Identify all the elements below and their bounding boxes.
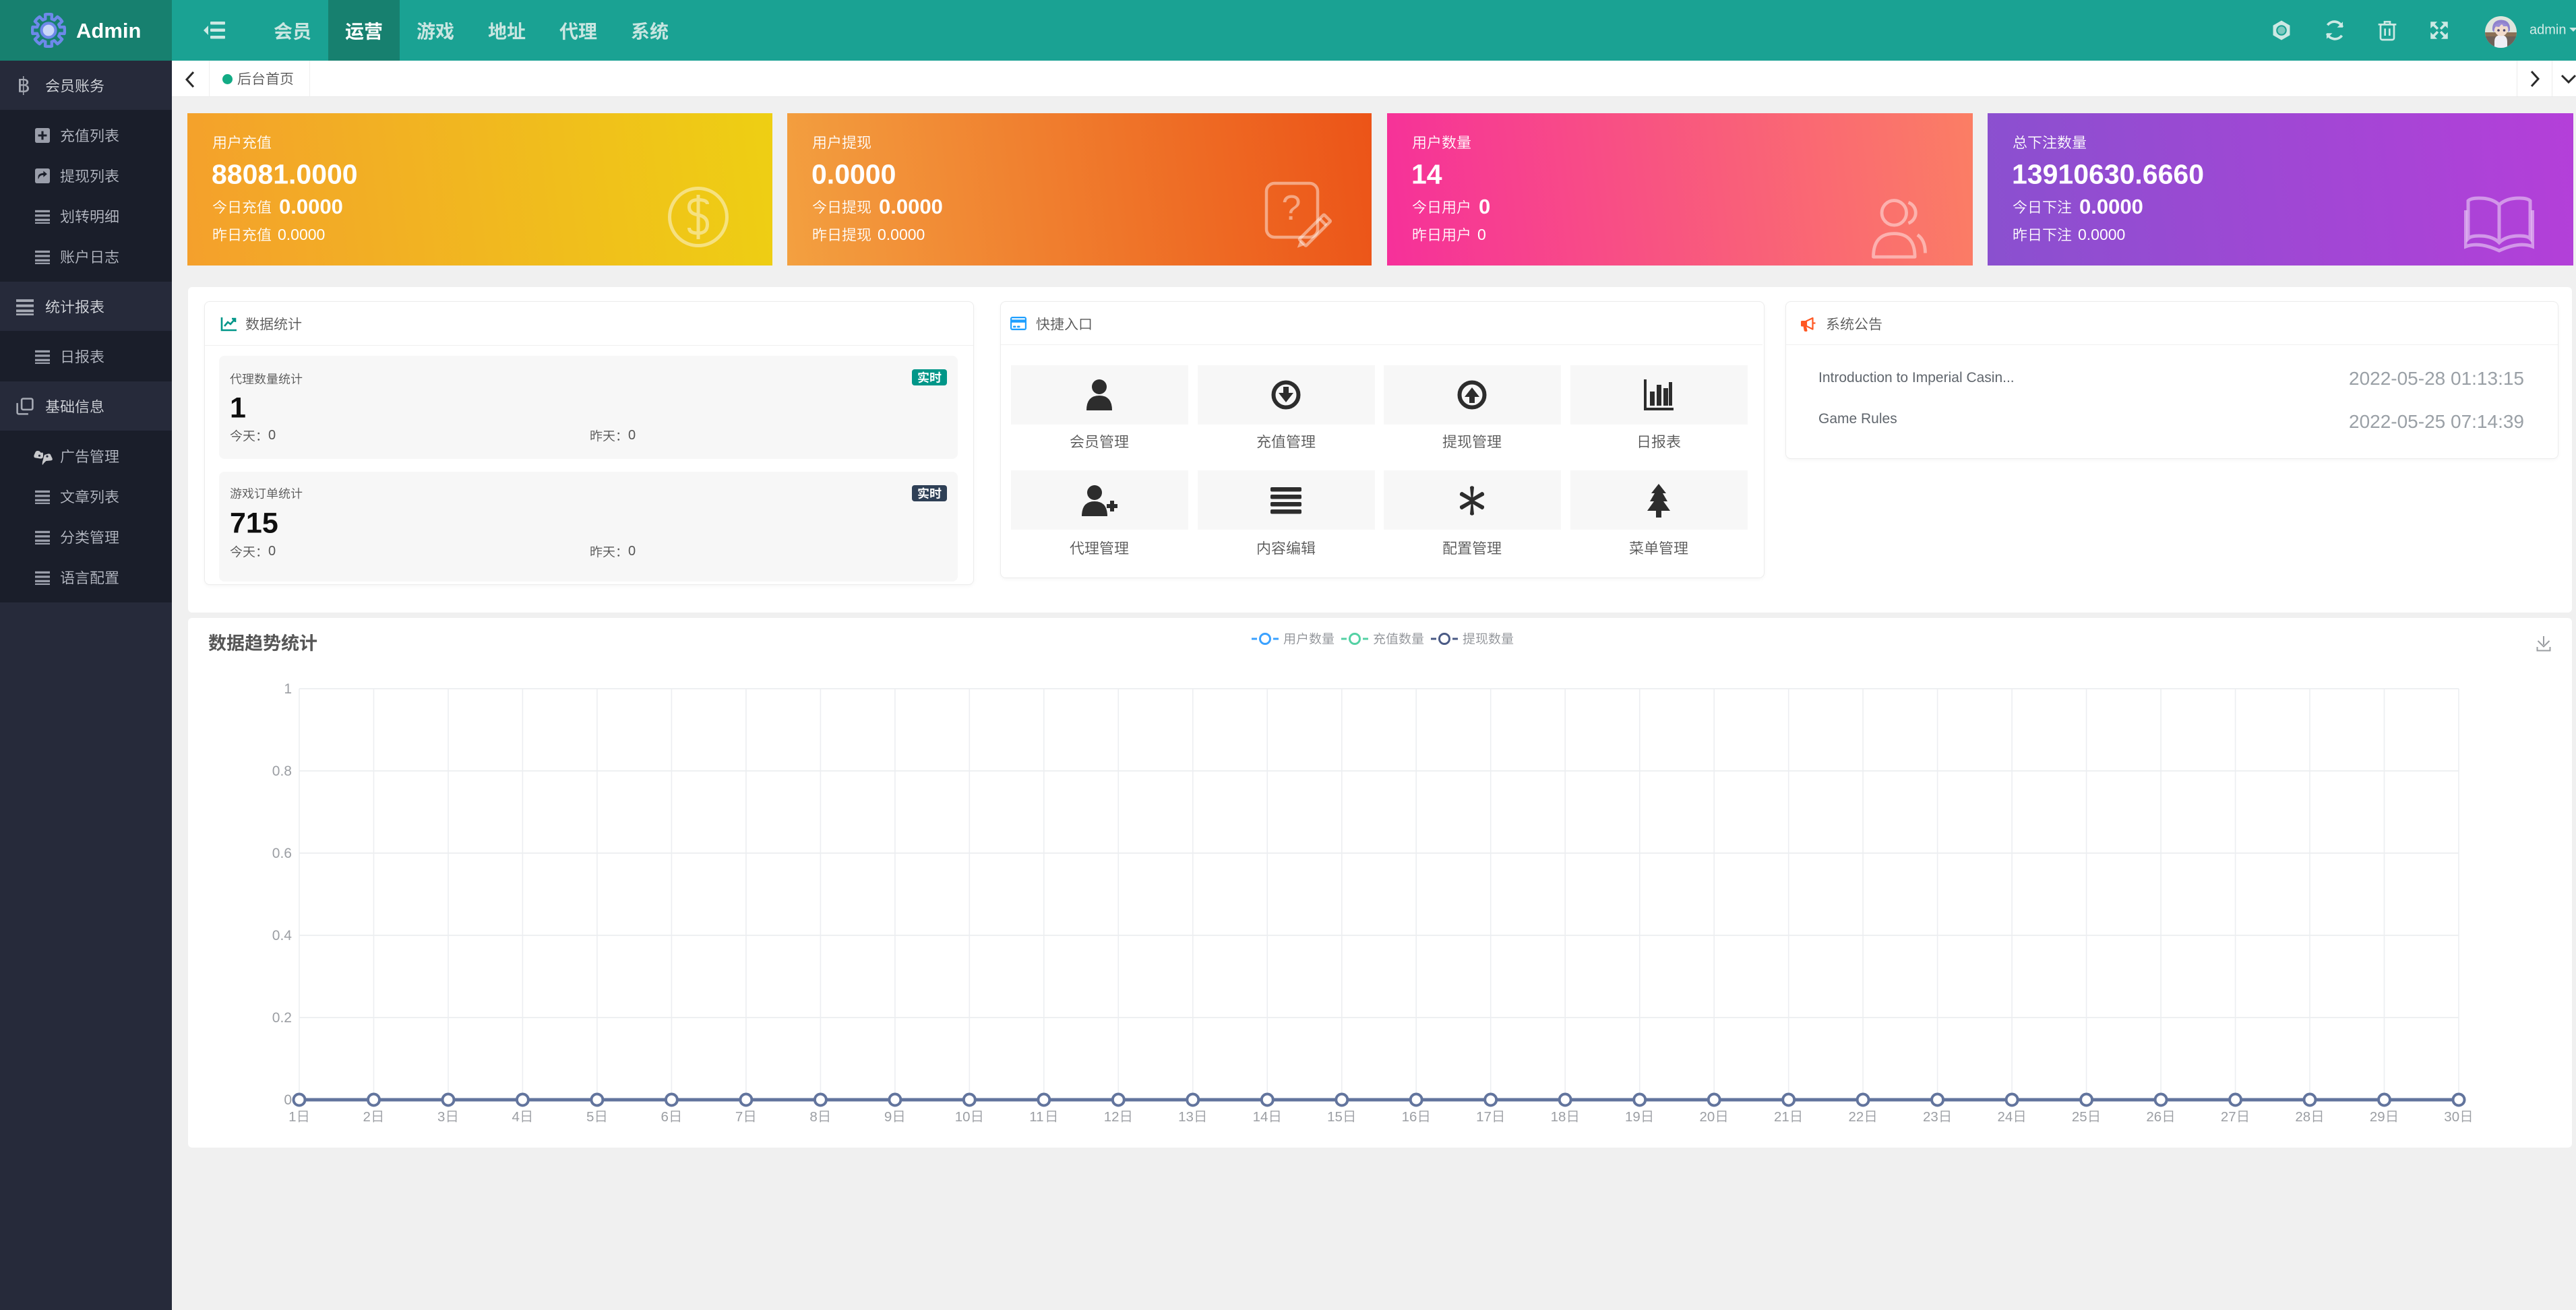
svg-text:26: 26 (2146, 1109, 2161, 1125)
svg-text:4: 4 (512, 1109, 520, 1125)
svg-text:21: 21 (1774, 1109, 1789, 1125)
svg-text:7: 7 (735, 1109, 743, 1125)
svg-text:2: 2 (363, 1109, 371, 1125)
svg-text:0.2: 0.2 (272, 1010, 292, 1026)
svg-text:9: 9 (884, 1109, 892, 1125)
svg-text:14: 14 (1253, 1109, 1268, 1125)
svg-text:16: 16 (1402, 1109, 1417, 1125)
svg-text:28: 28 (2295, 1109, 2310, 1125)
svg-text:20: 20 (1700, 1109, 1715, 1125)
svg-text:23: 23 (1923, 1109, 1938, 1125)
svg-text:29: 29 (2370, 1109, 2385, 1125)
svg-text:12: 12 (1104, 1109, 1120, 1125)
svg-text:3: 3 (437, 1109, 445, 1125)
svg-text:25: 25 (2072, 1109, 2087, 1125)
svg-text:22: 22 (1849, 1109, 1864, 1125)
svg-text:24: 24 (1998, 1109, 2013, 1125)
svg-text:5: 5 (586, 1109, 594, 1125)
svg-text:0: 0 (284, 1092, 292, 1108)
svg-text:0.4: 0.4 (272, 928, 293, 943)
svg-text:10: 10 (955, 1109, 971, 1125)
svg-text:19: 19 (1625, 1109, 1640, 1125)
svg-text:30: 30 (2444, 1109, 2459, 1125)
svg-text:13: 13 (1178, 1109, 1194, 1125)
svg-text:8: 8 (809, 1109, 817, 1125)
svg-text:11: 11 (1029, 1109, 1043, 1125)
svg-text:1: 1 (288, 1109, 296, 1125)
svg-text:0.8: 0.8 (272, 763, 292, 779)
svg-text:1: 1 (284, 681, 292, 697)
svg-text:18: 18 (1551, 1109, 1566, 1125)
svg-text:15: 15 (1327, 1109, 1343, 1125)
svg-text:27: 27 (2221, 1109, 2236, 1125)
svg-text:6: 6 (661, 1109, 669, 1125)
svg-text:17: 17 (1476, 1109, 1492, 1125)
svg-text:0.6: 0.6 (272, 846, 292, 861)
